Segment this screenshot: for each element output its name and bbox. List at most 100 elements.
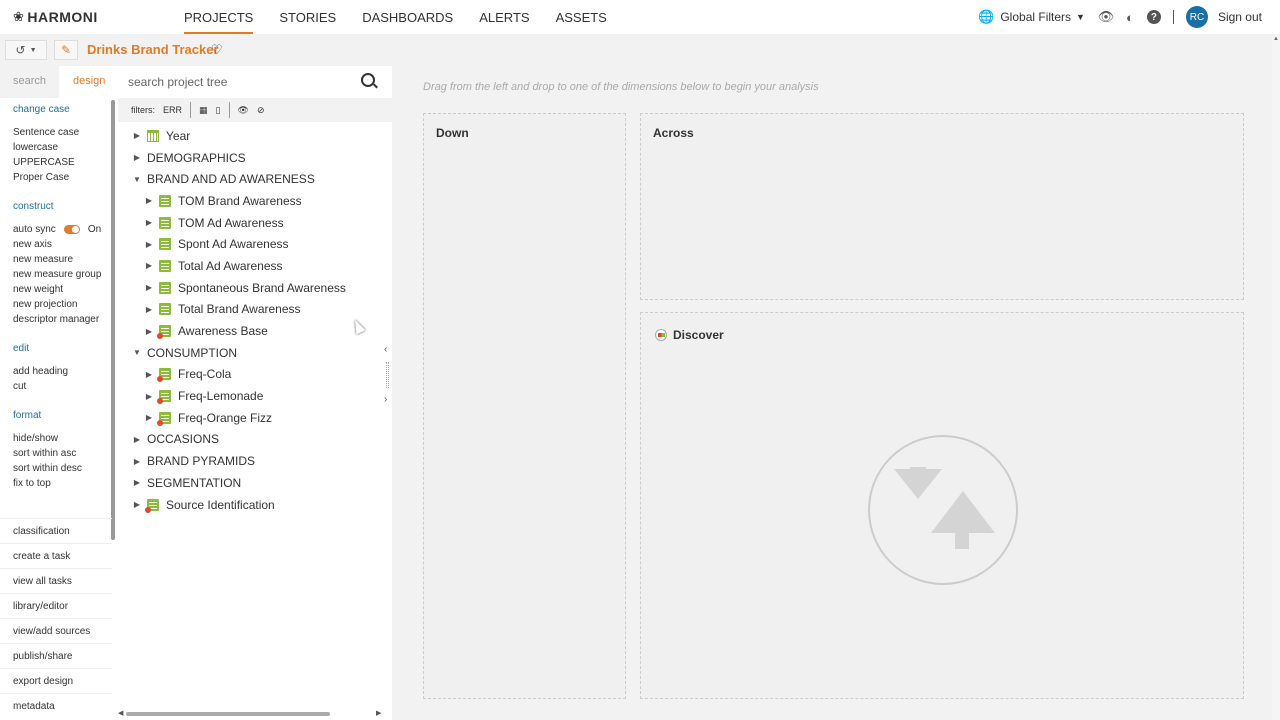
caret-right-icon[interactable]: ▶ bbox=[143, 370, 155, 379]
new-measure-group-item[interactable]: new measure group bbox=[13, 267, 118, 282]
hide-show-item[interactable]: hide/show bbox=[13, 431, 118, 446]
create-task-item[interactable]: create a task bbox=[0, 543, 112, 568]
sign-out-link[interactable]: Sign out bbox=[1218, 10, 1262, 24]
caret-right-icon[interactable]: ▶ bbox=[143, 305, 155, 314]
column-filter-icon[interactable]: ▯ bbox=[216, 105, 221, 116]
canvas-vscrollbar[interactable] bbox=[1272, 34, 1280, 720]
across-dropzone[interactable]: Across bbox=[640, 113, 1244, 300]
edit-button[interactable]: ✎ bbox=[54, 40, 78, 60]
proper-case-item[interactable]: Proper Case bbox=[13, 170, 118, 185]
new-projection-item[interactable]: new projection bbox=[13, 297, 118, 312]
sort-desc-item[interactable]: sort within desc bbox=[13, 461, 118, 476]
tree-row[interactable]: ▶ Freq-Cola bbox=[118, 364, 392, 386]
cut-item[interactable]: cut bbox=[13, 379, 118, 394]
tree-row[interactable]: ▼ BRAND AND AD AWARENESS bbox=[118, 168, 392, 190]
new-weight-item[interactable]: new weight bbox=[13, 282, 118, 297]
search-input[interactable] bbox=[128, 72, 348, 92]
tree-row[interactable]: ▶ Source Identification bbox=[118, 494, 392, 516]
help-icon[interactable]: ? bbox=[1146, 10, 1161, 24]
tab-search[interactable]: search bbox=[0, 66, 59, 98]
discover-dropzone[interactable]: Discover bbox=[640, 312, 1244, 699]
library-editor-item[interactable]: library/editor bbox=[0, 593, 112, 618]
new-axis-item[interactable]: new axis bbox=[13, 237, 118, 252]
tree-row[interactable]: ▶ Spont Ad Awareness bbox=[118, 233, 392, 255]
tree-row[interactable]: ▶ TOM Brand Awareness bbox=[118, 190, 392, 212]
caret-right-icon[interactable]: ▶ bbox=[143, 327, 155, 336]
caret-right-icon[interactable]: ▶ bbox=[143, 413, 155, 422]
global-filters-button[interactable]: 🌐 Global Filters ▼ bbox=[978, 9, 1085, 24]
format-heading[interactable]: format bbox=[13, 410, 118, 421]
nav-assets[interactable]: ASSETS bbox=[556, 0, 607, 34]
tree-hscrollbar[interactable] bbox=[126, 712, 330, 716]
err-filter[interactable]: ERR bbox=[163, 105, 182, 115]
tree-row[interactable]: ▶ Total Brand Awareness bbox=[118, 299, 392, 321]
lowercase-item[interactable]: lowercase bbox=[13, 140, 118, 155]
tree-row[interactable]: ▶ BRAND PYRAMIDS bbox=[118, 450, 392, 472]
caret-right-icon[interactable]: ▶ bbox=[143, 240, 155, 249]
sort-asc-item[interactable]: sort within asc bbox=[13, 446, 118, 461]
tree-row[interactable]: ▶ Total Ad Awareness bbox=[118, 255, 392, 277]
show-eye-icon[interactable]: 👁 bbox=[238, 105, 249, 116]
new-measure-item[interactable]: new measure bbox=[13, 252, 118, 267]
project-tree-panel: filters: ERR ▦ ▯ 👁 ⊘ ▶ Year ▶ DEMOGRAPHICS ▼… bbox=[118, 66, 392, 720]
contrast-icon[interactable]: ◐ bbox=[1123, 10, 1137, 25]
favorite-heart-icon[interactable]: ♡ bbox=[211, 42, 223, 58]
change-case-heading[interactable]: change case bbox=[13, 104, 118, 115]
tree-row[interactable]: ▶ Year bbox=[118, 125, 392, 147]
nav-dashboards[interactable]: DASHBOARDS bbox=[362, 0, 453, 34]
caret-right-icon[interactable]: ▶ bbox=[131, 153, 143, 162]
scroll-right-icon[interactable]: ▶ bbox=[376, 709, 381, 717]
add-heading-item[interactable]: add heading bbox=[13, 364, 118, 379]
caret-right-icon[interactable]: ▶ bbox=[131, 478, 143, 487]
hide-eye-icon[interactable]: ⊘ bbox=[257, 105, 265, 116]
tree-row[interactable]: ▶ TOM Ad Awareness bbox=[118, 212, 392, 234]
caret-right-icon[interactable]: ▶ bbox=[131, 435, 143, 444]
scroll-up-icon[interactable]: ▲ bbox=[1273, 36, 1279, 42]
history-button[interactable]: ↺ ▼ bbox=[5, 40, 47, 60]
eye-icon[interactable]: 👁 bbox=[1098, 9, 1115, 24]
nav-stories[interactable]: STORIES bbox=[279, 0, 336, 34]
caret-right-icon[interactable]: ▶ bbox=[143, 218, 155, 227]
edit-heading[interactable]: edit bbox=[13, 343, 118, 354]
view-add-sources-item[interactable]: view/add sources bbox=[0, 618, 112, 643]
tree-row[interactable]: ▶ Spontaneous Brand Awareness bbox=[118, 277, 392, 299]
caret-right-icon[interactable]: ▶ bbox=[143, 283, 155, 292]
sentence-case-item[interactable]: Sentence case bbox=[13, 125, 118, 140]
caret-right-icon[interactable]: ▶ bbox=[143, 196, 155, 205]
caret-right-icon[interactable]: ▶ bbox=[143, 392, 155, 401]
tree-row[interactable]: ▶ Freq-Lemonade bbox=[118, 385, 392, 407]
construct-heading[interactable]: construct bbox=[13, 201, 118, 212]
caret-right-icon[interactable]: ▶ bbox=[131, 457, 143, 466]
expand-right-icon[interactable]: › bbox=[384, 394, 387, 405]
tree-row[interactable]: ▶ Freq-Orange Fizz bbox=[118, 407, 392, 429]
caret-down-icon: ▼ bbox=[29, 46, 37, 54]
avatar[interactable]: RC bbox=[1185, 6, 1208, 28]
caret-right-icon[interactable]: ▶ bbox=[143, 261, 155, 270]
nav-alerts[interactable]: ALERTS bbox=[479, 0, 529, 34]
caret-down-icon[interactable]: ▼ bbox=[131, 175, 143, 184]
uppercase-item[interactable]: UPPERCASE bbox=[13, 155, 118, 170]
grid-filter-icon[interactable]: ▦ bbox=[199, 105, 208, 116]
caret-right-icon[interactable]: ▶ bbox=[131, 131, 143, 140]
panel-resize-grip[interactable] bbox=[386, 362, 389, 388]
tree-row[interactable]: ▶ DEMOGRAPHICS bbox=[118, 147, 392, 169]
classification-item[interactable]: classification bbox=[0, 518, 112, 543]
export-design-item[interactable]: export design bbox=[0, 668, 112, 693]
down-dropzone[interactable]: Down bbox=[423, 113, 626, 699]
tab-design[interactable]: design bbox=[59, 66, 118, 98]
auto-sync-toggle[interactable] bbox=[63, 225, 80, 234]
metadata-item[interactable]: metadata bbox=[0, 693, 112, 718]
publish-share-item[interactable]: publish/share bbox=[0, 643, 112, 668]
search-icon[interactable] bbox=[361, 73, 375, 87]
harmoni-logo[interactable]: ❀ HARMONI bbox=[13, 9, 98, 25]
caret-down-icon[interactable]: ▼ bbox=[131, 348, 143, 357]
tree-row[interactable]: ▶ OCCASIONS bbox=[118, 429, 392, 451]
descriptor-manager-item[interactable]: descriptor manager bbox=[13, 312, 118, 327]
fix-to-top-item[interactable]: fix to top bbox=[13, 476, 118, 491]
tree-row[interactable]: ▶ SEGMENTATION bbox=[118, 472, 392, 494]
tree-row[interactable]: ▼ CONSUMPTION bbox=[118, 342, 392, 364]
scroll-left-icon[interactable]: ◀ bbox=[118, 709, 123, 717]
caret-right-icon[interactable]: ▶ bbox=[131, 500, 143, 509]
nav-projects[interactable]: PROJECTS bbox=[184, 0, 254, 34]
view-all-tasks-item[interactable]: view all tasks bbox=[0, 568, 112, 593]
